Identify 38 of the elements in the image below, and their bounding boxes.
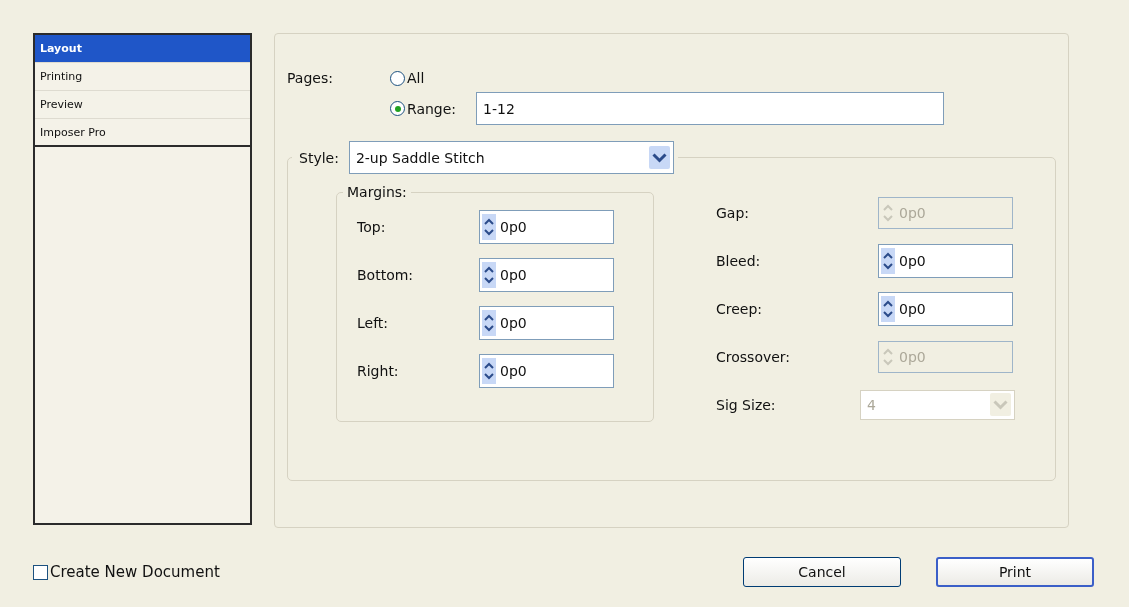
radio-label[interactable]: All <box>407 70 425 86</box>
dialog-button[interactable]: Cancel <box>743 557 901 587</box>
spinner-arrows-icon[interactable] <box>881 247 895 274</box>
radio-button[interactable] <box>390 70 405 86</box>
style-label: Style: <box>299 149 339 166</box>
spinner-field[interactable]: 0p0 <box>878 243 1013 278</box>
category-item[interactable]: Printing <box>35 63 250 91</box>
dialog-button[interactable]: Print <box>936 557 1094 587</box>
spinner-field[interactable]: 0p0 <box>479 306 614 340</box>
field-label: Bleed: <box>716 252 762 269</box>
field-label: Crossover: <box>716 348 792 365</box>
category-item[interactable]: Preview <box>35 91 250 119</box>
field-label: Sig Size: <box>716 396 777 413</box>
spinner-field[interactable]: 0p0 <box>479 354 614 388</box>
category-item[interactable]: Layout <box>35 35 250 63</box>
style-dropdown[interactable]: 2-up Saddle Stitch <box>348 141 674 174</box>
spinner-arrows-icon[interactable] <box>482 214 496 240</box>
field-label: Bottom: <box>357 267 415 283</box>
checkbox[interactable] <box>33 564 48 580</box>
checkbox-label[interactable]: Create New Document <box>50 563 220 581</box>
category-item[interactable]: Imposer Pro <box>35 119 250 147</box>
radio-button[interactable] <box>390 101 405 116</box>
radio-label[interactable]: Range: <box>407 100 457 117</box>
spinner-field[interactable]: 0p0 <box>878 291 1013 326</box>
spinner-field[interactable]: 0p0 <box>479 210 614 244</box>
field-label: Top: <box>357 219 387 235</box>
spinner-arrows-icon[interactable] <box>482 358 496 384</box>
margins-title: Margins: <box>346 184 408 200</box>
field-label: Right: <box>357 363 400 379</box>
range-field[interactable]: 1-12 <box>476 92 945 125</box>
spinner-field[interactable]: 0p0 <box>479 258 614 292</box>
spinner-arrows-icon[interactable] <box>482 310 496 336</box>
pages-label: Pages: <box>287 70 334 86</box>
field-label: Left: <box>357 315 390 331</box>
spinner-arrows-icon[interactable] <box>482 262 496 288</box>
field-label: Gap: <box>716 204 751 221</box>
spinner-arrows-icon[interactable] <box>881 295 895 322</box>
field-label: Creep: <box>716 300 764 317</box>
